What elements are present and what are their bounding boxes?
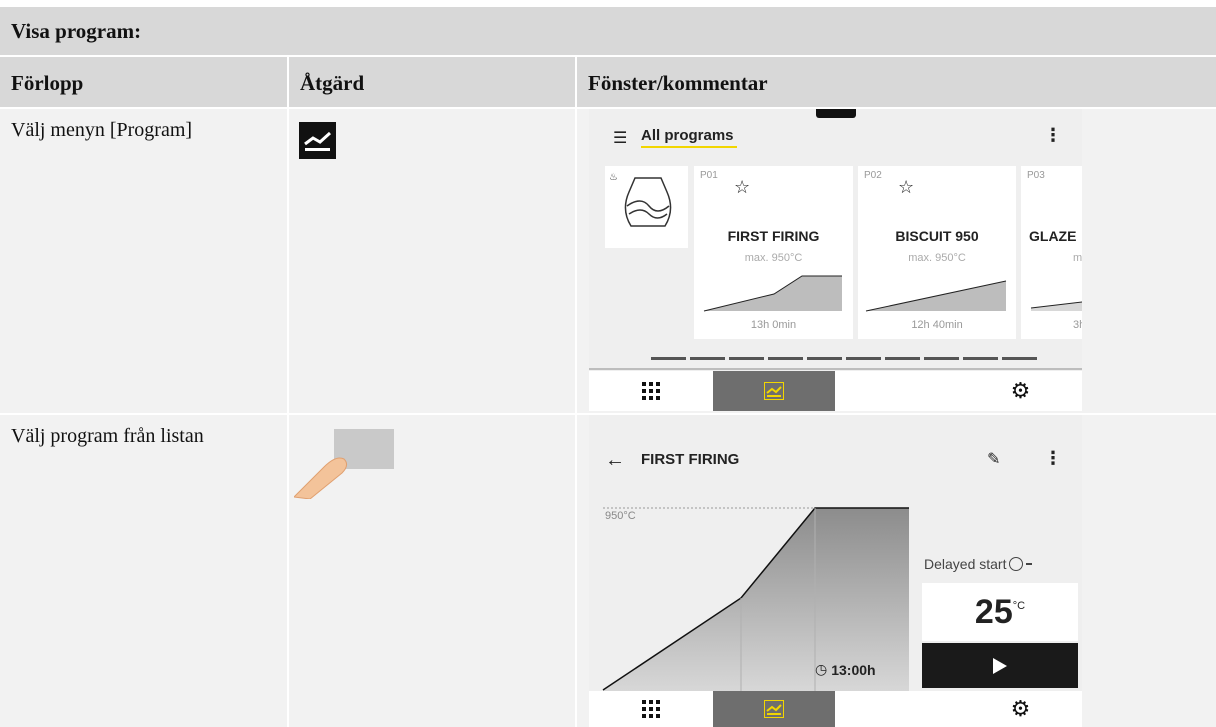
bottom-navigation: ⚙ bbox=[589, 371, 1082, 411]
nav-apps[interactable] bbox=[589, 371, 713, 411]
row-window-cell: ☰ All programs ⋮ ♨ P01 ☆ FIRST FIRING ma… bbox=[577, 109, 1216, 413]
program-curve-icon bbox=[299, 122, 336, 159]
start-button[interactable] bbox=[922, 643, 1078, 688]
kiln-thumbnail[interactable]: ♨ bbox=[605, 166, 688, 248]
divider bbox=[287, 109, 289, 413]
table-row: Välj menyn [Program] ☰ All programs ⋮ ♨ … bbox=[0, 109, 1216, 413]
temperature-unit: °C bbox=[1012, 600, 1026, 612]
program-max-temp: max. 950°C bbox=[908, 252, 966, 264]
more-vertical-icon[interactable]: ⋮ bbox=[1044, 448, 1062, 469]
header-action: Åtgärd bbox=[300, 71, 365, 95]
favorite-star-icon[interactable]: ☆ bbox=[734, 177, 750, 198]
program-card[interactable]: P02 ☆ BISCUIT 950 max. 950°C 12h 40min bbox=[858, 166, 1016, 339]
table-title: Visa program: bbox=[0, 7, 1216, 55]
duration-value: 13:00h bbox=[831, 661, 876, 678]
program-duration: 12h 40min bbox=[911, 319, 963, 331]
nav-settings[interactable]: ⚙ bbox=[959, 691, 1082, 727]
program-duration: 13h 0min bbox=[750, 319, 797, 331]
svg-text:♨: ♨ bbox=[609, 172, 618, 183]
total-duration: ◷ 13:00h bbox=[815, 661, 876, 678]
kiln-image: ♨ bbox=[609, 172, 672, 227]
temperature-panel: 25°C bbox=[922, 583, 1078, 641]
list-icon[interactable]: ☰ bbox=[613, 128, 627, 148]
pencil-icon[interactable]: ✎ bbox=[987, 449, 1000, 469]
page-indicator-dash[interactable] bbox=[963, 357, 998, 360]
page-indicator-dash[interactable] bbox=[729, 357, 764, 360]
nav-settings[interactable]: ⚙ bbox=[959, 371, 1082, 411]
program-name: BISCUIT 950 bbox=[895, 228, 979, 244]
more-vertical-icon[interactable]: ⋮ bbox=[1044, 125, 1062, 146]
program-curve-icon bbox=[764, 700, 784, 718]
program-duration: 3h bbox=[1073, 319, 1082, 331]
y-axis-tick: 950°C bbox=[605, 510, 636, 522]
header-window-comment: Fönster/kommentar bbox=[588, 71, 768, 95]
favorite-star-icon[interactable]: ☆ bbox=[898, 177, 914, 198]
page-indicator bbox=[651, 357, 1037, 360]
program-name: FIRST FIRING bbox=[727, 228, 820, 244]
divider bbox=[287, 57, 289, 107]
gear-icon: ⚙ bbox=[1010, 378, 1031, 403]
program-card[interactable]: P03 GLAZE m 3h bbox=[1021, 166, 1082, 339]
program-curve bbox=[1030, 301, 1082, 311]
row-step-text: Välj menyn [Program] bbox=[11, 119, 193, 141]
temperature-value: 25 bbox=[974, 593, 1013, 631]
page-indicator-dash[interactable] bbox=[924, 357, 959, 360]
screen-title: All programs bbox=[641, 127, 734, 144]
row-step-text: Välj program från listan bbox=[11, 425, 204, 447]
page-indicator-dash[interactable] bbox=[768, 357, 803, 360]
delayed-start-toggle[interactable]: Delayed start bbox=[924, 556, 1033, 572]
program-max-temp: m bbox=[1073, 252, 1082, 264]
page-indicator-dash[interactable] bbox=[651, 357, 686, 360]
screen-title: FIRST FIRING bbox=[641, 451, 740, 468]
program-number: P01 bbox=[700, 170, 718, 181]
program-number: P02 bbox=[864, 170, 882, 181]
divider bbox=[575, 57, 577, 107]
delayed-start-label: Delayed start bbox=[924, 556, 1007, 572]
clock-icon: ◷ bbox=[815, 661, 828, 677]
divider bbox=[287, 415, 289, 727]
play-icon bbox=[993, 657, 1007, 674]
page-indicator-dash[interactable] bbox=[885, 357, 920, 360]
table-header-row: Förlopp Åtgärd Fönster/kommentar bbox=[0, 57, 1216, 107]
header-progress: Förlopp bbox=[11, 71, 84, 95]
page-indicator-dash[interactable] bbox=[846, 357, 881, 360]
arrow-left-icon[interactable]: ← bbox=[605, 449, 625, 472]
gear-icon: ⚙ bbox=[1010, 696, 1031, 721]
title-underline bbox=[641, 146, 737, 148]
program-detail-screen: ← FIRST FIRING ✎ ⋮ 950°C ◷ 13:00h Delaye… bbox=[589, 415, 1082, 727]
row-action-cell bbox=[289, 415, 575, 727]
program-max-temp: max. 950°C bbox=[744, 252, 803, 264]
nav-apps[interactable] bbox=[589, 691, 713, 727]
toggle-icon bbox=[1009, 557, 1024, 571]
toggle-track bbox=[1026, 563, 1033, 565]
program-card[interactable]: P01 ☆ FIRST FIRING max. 950°C 13h 0min bbox=[694, 166, 853, 339]
program-list-screen: ☰ All programs ⋮ ♨ P01 ☆ FIRST FIRING ma… bbox=[589, 109, 1082, 411]
row-action-cell bbox=[289, 109, 575, 413]
program-name: GLAZE bbox=[1029, 228, 1077, 244]
grid-icon bbox=[642, 382, 660, 400]
nav-programs[interactable] bbox=[713, 691, 835, 727]
page-indicator-dash[interactable] bbox=[690, 357, 725, 360]
finger-tap-image bbox=[294, 429, 394, 499]
nav-programs[interactable] bbox=[713, 371, 835, 411]
row-window-cell: ← FIRST FIRING ✎ ⋮ 950°C ◷ 13:00h Delaye… bbox=[577, 415, 1216, 727]
notch bbox=[816, 109, 856, 118]
program-curve-icon bbox=[764, 382, 784, 400]
page-indicator-dash[interactable] bbox=[807, 357, 842, 360]
separator-line bbox=[589, 368, 1082, 370]
program-curve bbox=[703, 275, 842, 312]
grid-icon bbox=[642, 700, 660, 718]
bottom-navigation: ⚙ bbox=[589, 691, 1082, 727]
program-curve bbox=[865, 280, 1007, 312]
divider bbox=[575, 109, 577, 413]
divider bbox=[575, 415, 577, 727]
table-row: Välj program från listan ← FIRST FIRING … bbox=[0, 415, 1216, 727]
page-indicator-dash[interactable] bbox=[1002, 357, 1037, 360]
program-number: P03 bbox=[1027, 170, 1045, 181]
